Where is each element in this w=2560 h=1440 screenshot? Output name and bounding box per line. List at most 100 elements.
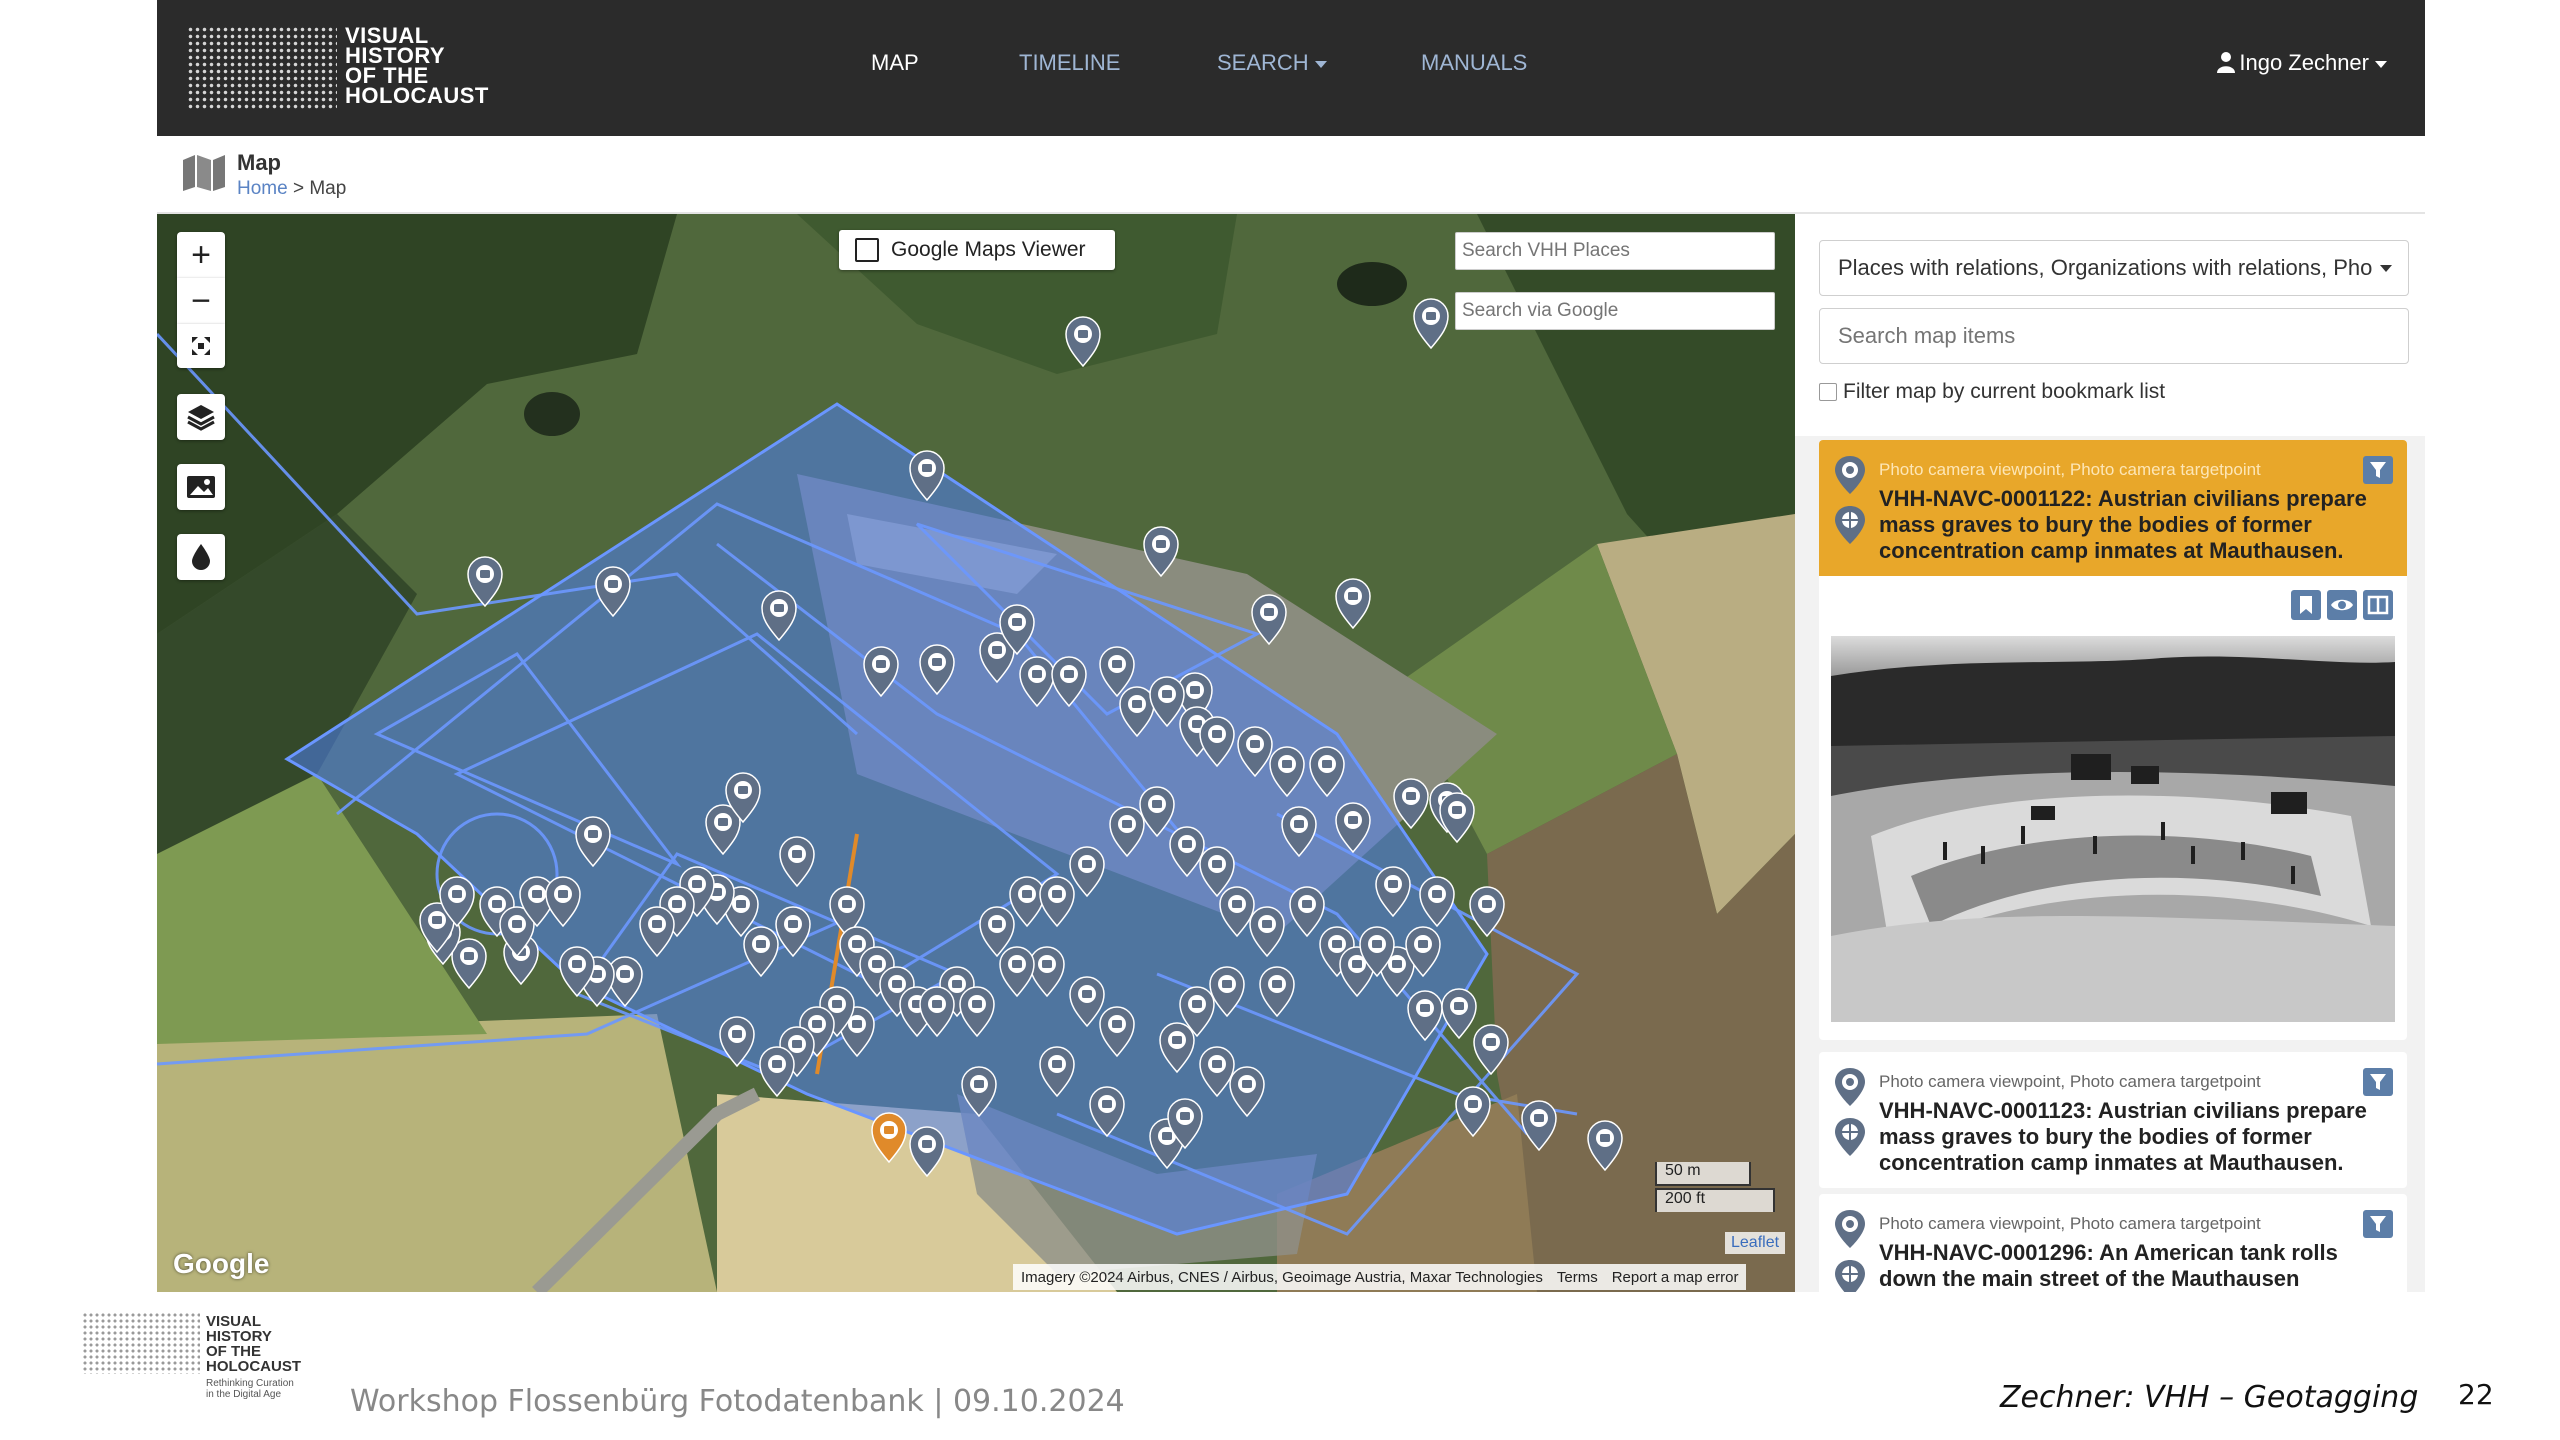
nav-timeline[interactable]: TIMELINE	[1019, 50, 1120, 76]
map-marker[interactable]	[1119, 686, 1155, 738]
map-marker[interactable]	[1019, 656, 1055, 708]
map-marker[interactable]	[1419, 876, 1455, 928]
map-marker[interactable]	[919, 986, 955, 1038]
nav-manuals[interactable]: MANUALS	[1421, 50, 1527, 76]
map-marker[interactable]	[1281, 806, 1317, 858]
map-marker[interactable]	[1039, 1046, 1075, 1098]
user-menu[interactable]: Ingo Zechner	[2217, 50, 2387, 76]
map-marker[interactable]	[1289, 886, 1325, 938]
map-marker[interactable]	[1439, 792, 1475, 844]
bookmark-filter-row[interactable]: Filter map by current bookmark list	[1819, 380, 2165, 404]
map-marker[interactable]	[1229, 1066, 1265, 1118]
map-marker[interactable]	[1309, 746, 1345, 798]
map-marker[interactable]	[1251, 594, 1287, 646]
map-marker[interactable]	[451, 938, 487, 990]
map-marker[interactable]	[1009, 876, 1045, 928]
map-marker[interactable]	[1469, 886, 1505, 938]
map-marker[interactable]	[759, 1046, 795, 1098]
search-vhh-places-input[interactable]	[1455, 232, 1775, 270]
map-marker[interactable]	[1051, 656, 1087, 708]
bookmark-button[interactable]	[2291, 590, 2321, 620]
map-marker[interactable]	[909, 1126, 945, 1178]
search-via-google-input[interactable]	[1455, 292, 1775, 330]
result-card[interactable]: Photo camera viewpoint, Photo camera tar…	[1819, 1052, 2407, 1188]
map-marker[interactable]	[1521, 1100, 1557, 1152]
search-map-items-input[interactable]	[1819, 308, 2409, 364]
map-marker[interactable]	[1249, 906, 1285, 958]
map-marker[interactable]	[1413, 298, 1449, 350]
map-marker[interactable]	[1259, 966, 1295, 1018]
map-marker[interactable]	[545, 876, 581, 928]
map-marker[interactable]	[1029, 946, 1065, 998]
filter-button[interactable]	[2363, 456, 2393, 484]
view-button[interactable]	[2327, 590, 2357, 620]
terms-link[interactable]: Terms	[1557, 1269, 1598, 1286]
map-marker[interactable]	[1109, 806, 1145, 858]
color-layer-button[interactable]	[177, 534, 225, 580]
map-marker[interactable]	[639, 906, 675, 958]
map-marker[interactable]	[1473, 1024, 1509, 1076]
map-marker[interactable]	[775, 906, 811, 958]
map-marker[interactable]	[743, 926, 779, 978]
map-marker[interactable]	[779, 836, 815, 888]
map-marker[interactable]	[1169, 826, 1205, 878]
map-marker[interactable]	[1199, 1046, 1235, 1098]
map-marker[interactable]	[999, 946, 1035, 998]
map-view[interactable]: + − Google Maps Viewer 50 m 200 ft Leafl…	[157, 214, 1795, 1292]
map-marker[interactable]	[919, 644, 955, 696]
result-title[interactable]: VHH-NAVC-0001123: Austrian civilians pre…	[1879, 1098, 2379, 1176]
layer-filter-select[interactable]: Places with relations, Organizations wit…	[1819, 240, 2409, 296]
filter-button[interactable]	[2363, 1068, 2393, 1096]
zoom-in-button[interactable]: +	[177, 232, 225, 278]
map-marker[interactable]	[1099, 1006, 1135, 1058]
breadcrumb-home-link[interactable]: Home	[237, 178, 288, 199]
map-marker[interactable]	[959, 986, 995, 1038]
map-marker[interactable]	[1335, 802, 1371, 854]
map-marker[interactable]	[595, 566, 631, 618]
report-map-error-link[interactable]: Report a map error	[1612, 1269, 1739, 1286]
zoom-out-button[interactable]: −	[177, 278, 225, 324]
nav-map[interactable]: MAP	[871, 50, 919, 76]
map-marker[interactable]	[961, 1066, 997, 1118]
map-marker[interactable]	[863, 646, 899, 698]
layers-button[interactable]	[177, 394, 225, 440]
map-marker[interactable]	[1039, 876, 1075, 928]
map-marker[interactable]	[1441, 988, 1477, 1040]
map-marker[interactable]	[1069, 976, 1105, 1028]
map-marker[interactable]	[1149, 676, 1185, 728]
map-marker[interactable]	[1139, 786, 1175, 838]
map-marker[interactable]	[1069, 846, 1105, 898]
map-marker[interactable]	[1209, 966, 1245, 1018]
bookmark-filter-checkbox[interactable]	[1819, 383, 1837, 401]
map-marker[interactable]	[1393, 778, 1429, 830]
map-marker[interactable]	[719, 1016, 755, 1068]
leaflet-attribution-link[interactable]: Leaflet	[1725, 1232, 1786, 1254]
checkbox[interactable]	[855, 238, 879, 262]
map-marker[interactable]	[575, 816, 611, 868]
result-photo[interactable]	[1831, 636, 2395, 1022]
map-marker[interactable]	[1219, 886, 1255, 938]
split-view-button[interactable]	[2363, 590, 2393, 620]
map-marker[interactable]	[1269, 746, 1305, 798]
map-marker[interactable]	[1335, 578, 1371, 630]
map-marker[interactable]	[1587, 1120, 1623, 1172]
map-marker[interactable]	[761, 590, 797, 642]
fullscreen-button[interactable]	[177, 324, 225, 368]
filter-button[interactable]	[2363, 1210, 2393, 1238]
map-marker[interactable]	[1065, 316, 1101, 368]
map-marker[interactable]	[1199, 716, 1235, 768]
map-marker[interactable]	[871, 1112, 907, 1164]
map-marker[interactable]	[909, 450, 945, 502]
image-layer-button[interactable]	[177, 464, 225, 510]
result-card[interactable]: Photo camera viewpoint, Photo camera tar…	[1819, 1194, 2407, 1292]
map-marker[interactable]	[1455, 1086, 1491, 1138]
vhh-logo-mark[interactable]	[187, 26, 337, 110]
result-title[interactable]: VHH-NAVC-0001296: An American tank rolls…	[1879, 1240, 2379, 1292]
map-marker[interactable]	[1237, 726, 1273, 778]
map-marker[interactable]	[1407, 990, 1443, 1042]
result-card-selected[interactable]: Photo camera viewpoint, Photo camera tar…	[1819, 440, 2407, 1040]
map-marker[interactable]	[467, 556, 503, 608]
google-maps-viewer-toggle[interactable]: Google Maps Viewer	[839, 230, 1115, 270]
result-title[interactable]: VHH-NAVC-0001122: Austrian civilians pre…	[1879, 486, 2379, 564]
nav-search-dropdown[interactable]: SEARCH	[1217, 50, 1327, 76]
